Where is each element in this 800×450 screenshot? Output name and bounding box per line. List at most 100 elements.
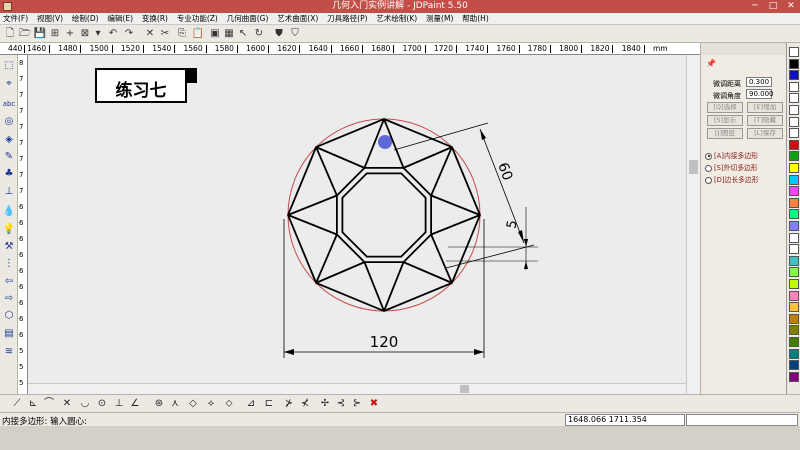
color-swatch[interactable] xyxy=(789,116,799,127)
crosshair-icon[interactable]: + xyxy=(63,27,77,41)
color-swatch[interactable] xyxy=(789,360,799,371)
menu-file[interactable]: 文件(F) xyxy=(0,13,31,25)
drawing-svg[interactable]: 120 60 5 xyxy=(28,55,686,383)
menu-geometric-surface[interactable]: 几何曲面(G) xyxy=(224,13,272,25)
menu-art-surface[interactable]: 艺术曲面(X) xyxy=(274,13,321,25)
diamond-icon[interactable]: ◇ xyxy=(186,397,200,411)
snap-x-icon[interactable]: ⊀ xyxy=(298,397,312,411)
group-icon[interactable]: ▣ xyxy=(208,27,222,41)
panel-button-hide[interactable]: [T]隐藏 xyxy=(747,115,783,126)
arc-corner-icon[interactable]: ⌒ xyxy=(42,397,56,411)
menu-measure[interactable]: 测量(M) xyxy=(423,13,456,25)
color-swatch[interactable] xyxy=(789,139,799,150)
snap-mid-icon[interactable]: ✢ xyxy=(318,397,332,411)
node-edit-icon[interactable]: ⌖ xyxy=(2,77,16,91)
color-swatch[interactable] xyxy=(789,302,799,313)
cross-icon[interactable]: ✕ xyxy=(60,397,74,411)
radio-inscribed-dot[interactable] xyxy=(705,152,712,160)
table-icon[interactable]: ▤ xyxy=(2,327,16,341)
drawing-canvas[interactable]: 练习七 120 60 5 xyxy=(28,55,686,383)
menu-draw[interactable]: 绘制(D) xyxy=(69,13,102,25)
color-swatch[interactable] xyxy=(789,174,799,185)
color-swatch[interactable] xyxy=(789,325,799,336)
color-swatch[interactable] xyxy=(789,186,799,197)
color-swatch[interactable] xyxy=(789,337,799,347)
snap-grid-icon[interactable]: ⊞ xyxy=(48,27,62,41)
color-swatch[interactable] xyxy=(789,81,799,92)
panel-button-add[interactable]: [E]增加 xyxy=(747,102,783,113)
ruler-icon[interactable]: ⊏ xyxy=(262,397,276,411)
panel-button-save[interactable]: [L]保存 xyxy=(747,128,783,139)
color-swatch[interactable] xyxy=(789,313,799,324)
redo-icon[interactable]: ↷ xyxy=(122,27,136,41)
bulb-icon[interactable]: 💡 xyxy=(2,223,16,237)
snap-angle-icon[interactable]: ⋏ xyxy=(168,397,182,411)
vertical-scroll-thumb[interactable] xyxy=(689,160,698,174)
layers-icon[interactable]: ≋ xyxy=(2,345,16,359)
cursor-icon[interactable]: ↖ xyxy=(236,27,250,41)
fill-icon[interactable]: ◈ xyxy=(2,133,16,147)
menu-edit[interactable]: 编辑(E) xyxy=(104,13,136,25)
color-swatch[interactable] xyxy=(789,371,799,382)
panel-button-select[interactable]: [Q]选择 xyxy=(707,102,743,113)
select-icon[interactable]: ⬚ xyxy=(2,59,16,73)
box-cross-icon[interactable]: ⊠ xyxy=(78,27,92,41)
text-tool-icon[interactable]: abc xyxy=(2,97,16,111)
color-swatch[interactable] xyxy=(789,151,799,162)
shield-left-icon[interactable]: ⛊ xyxy=(272,27,286,41)
cube-icon[interactable]: ⬡ xyxy=(2,309,16,323)
tool-icon[interactable]: ⚒ xyxy=(2,240,16,254)
arc-icon[interactable]: ◡ xyxy=(78,397,92,411)
color-swatch[interactable] xyxy=(789,47,799,57)
color-swatch[interactable] xyxy=(789,93,799,104)
close-button[interactable]: ✕ xyxy=(782,1,800,12)
menu-professional[interactable]: 专业功能(Z) xyxy=(174,13,221,25)
tangent-icon[interactable]: ⊥ xyxy=(112,397,126,411)
dropdown-arrow-icon[interactable]: ▾ xyxy=(91,27,105,41)
array-icon[interactable]: ⋮ xyxy=(2,257,16,271)
snap-near-icon[interactable]: ⊱ xyxy=(350,397,364,411)
radio-circumscribed-dot[interactable] xyxy=(705,164,712,172)
color-swatch[interactable] xyxy=(789,128,799,139)
drop-icon[interactable]: 💧 xyxy=(2,205,16,219)
color-swatch[interactable] xyxy=(789,221,799,231)
save-file-icon[interactable]: 💾 xyxy=(33,27,47,41)
vertical-scrollbar[interactable] xyxy=(686,55,700,394)
pin-icon[interactable]: 📌 xyxy=(706,59,716,69)
color-swatch[interactable] xyxy=(789,209,799,220)
menu-help[interactable]: 帮助(H) xyxy=(459,13,492,25)
arrow-right-icon[interactable]: ⇨ xyxy=(2,292,16,306)
step-angle-input[interactable]: 90.000 xyxy=(746,89,774,99)
color-swatch[interactable] xyxy=(789,244,799,255)
color-swatch[interactable] xyxy=(789,58,799,69)
radio-edge-length[interactable]: [D]边长多边形 xyxy=(705,174,759,184)
color-swatch[interactable] xyxy=(789,163,799,173)
radio-edge-length-dot[interactable] xyxy=(705,176,712,184)
offset-icon[interactable]: ◎ xyxy=(2,115,16,129)
circle-center-icon[interactable]: ⊙ xyxy=(95,397,109,411)
line-tool-icon[interactable]: ⟋ xyxy=(10,397,24,411)
panel-button-show[interactable]: [S]显示 xyxy=(707,115,743,126)
panel-button-layer[interactable]: [J]图层 xyxy=(707,128,743,139)
horizontal-scroll-thumb[interactable] xyxy=(460,385,469,393)
color-swatch[interactable] xyxy=(789,255,799,266)
paste-icon[interactable]: 📋 xyxy=(191,27,205,41)
menu-transform[interactable]: 变换(R) xyxy=(139,13,171,25)
radio-inscribed[interactable]: [A]内接多边形 xyxy=(705,150,758,160)
color-swatch[interactable] xyxy=(789,105,799,115)
tree-icon[interactable]: ♣ xyxy=(2,167,16,181)
snap-ext-icon[interactable]: ⊰ xyxy=(334,397,348,411)
rotate-view-icon[interactable]: ↻ xyxy=(252,27,266,41)
open-file-icon[interactable]: 🗁 xyxy=(18,27,32,41)
cut-icon[interactable]: ✂ xyxy=(158,27,172,41)
copy-icon[interactable]: ⎘ xyxy=(175,27,189,41)
color-swatch[interactable] xyxy=(789,232,799,243)
color-swatch[interactable] xyxy=(789,348,799,359)
radio-circumscribed[interactable]: [S]外切多边形 xyxy=(705,162,758,172)
color-swatch[interactable] xyxy=(789,290,799,301)
color-swatch[interactable] xyxy=(789,197,799,208)
arrow-left-icon[interactable]: ⇦ xyxy=(2,275,16,289)
color-swatch[interactable] xyxy=(789,70,799,81)
snap-off-icon[interactable]: ⊁ xyxy=(282,397,296,411)
diamond-x-icon[interactable]: ⬦ xyxy=(222,397,236,411)
